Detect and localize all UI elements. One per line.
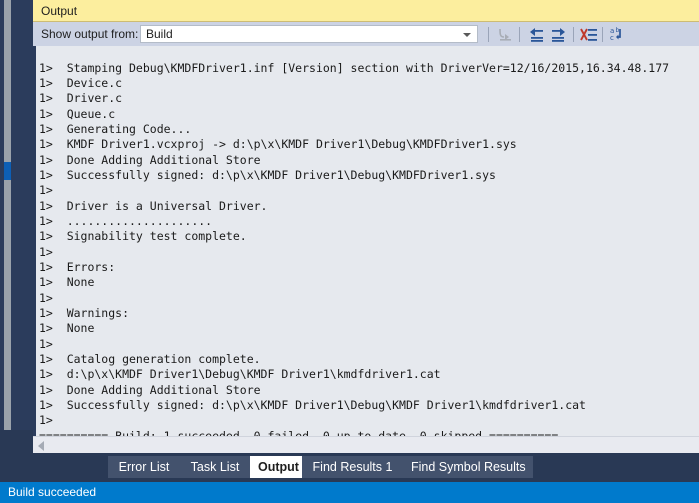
clear-all-button[interactable] xyxy=(579,25,599,44)
output-text-content: 1> Stamping Debug\KMDFDriver1.inf [Versi… xyxy=(39,60,670,437)
svg-text:c: c xyxy=(610,34,614,42)
tool-window-tab-strip: Error List Task List Output Find Results 1F… xyxy=(33,453,699,482)
ide-left-lower-fill xyxy=(0,430,33,482)
clear-all-icon xyxy=(580,28,597,41)
tab-find-symbol-results[interactable]: Find Symbol Results xyxy=(403,456,533,478)
output-pane-left-rule xyxy=(33,46,36,436)
output-tool-window: Output Show output from: Build a c b 1> … xyxy=(33,0,699,482)
toolbar-separator-3 xyxy=(573,27,574,42)
scroll-left-arrow-icon[interactable] xyxy=(38,441,44,451)
go-to-previous-message-button[interactable] xyxy=(526,25,546,44)
go-to-next-message-button[interactable] xyxy=(549,25,569,44)
tab-error-list[interactable]: Error List xyxy=(108,456,180,478)
ide-left-gutter xyxy=(11,0,33,482)
visual-studio-output-window: Output Show output from: Build a c b 1> … xyxy=(0,0,699,503)
go-to-message-button[interactable] xyxy=(495,25,515,44)
toolbar-separator-1 xyxy=(488,27,489,42)
output-source-value: Build xyxy=(146,27,173,41)
toolbar-separator-4 xyxy=(602,27,603,42)
go-to-message-icon xyxy=(499,28,511,41)
output-title-bar: Output xyxy=(33,0,699,22)
auto-hide-tool-window-tab[interactable] xyxy=(4,162,11,180)
output-horizontal-scrollbar[interactable] xyxy=(33,436,699,453)
toggle-word-wrap-icon: a c b xyxy=(610,27,621,42)
status-bar-message: Build succeeded xyxy=(8,485,97,499)
output-source-combobox[interactable]: Build xyxy=(140,25,478,43)
show-output-from-label: Show output from: xyxy=(41,27,139,41)
chevron-down-icon xyxy=(463,33,471,37)
svg-text:b: b xyxy=(616,27,620,34)
tab-find-results-1[interactable]: Find Results 1 xyxy=(302,456,403,478)
output-window-title: Output xyxy=(41,4,78,18)
output-toolbar: Show output from: Build a c b xyxy=(33,22,699,46)
status-bar: Build succeeded xyxy=(0,482,699,503)
go-to-previous-message-icon xyxy=(530,28,543,42)
auto-hide-tab-strip xyxy=(4,0,11,482)
toggle-word-wrap-button[interactable]: a c b xyxy=(608,25,628,44)
go-to-next-message-icon xyxy=(552,28,565,42)
tab-output[interactable]: Output xyxy=(250,456,302,478)
toolbar-separator-2 xyxy=(519,27,520,42)
output-text-pane[interactable]: 1> Stamping Debug\KMDFDriver1.inf [Versi… xyxy=(33,46,699,436)
tab-task-list[interactable]: Task List xyxy=(180,456,250,478)
